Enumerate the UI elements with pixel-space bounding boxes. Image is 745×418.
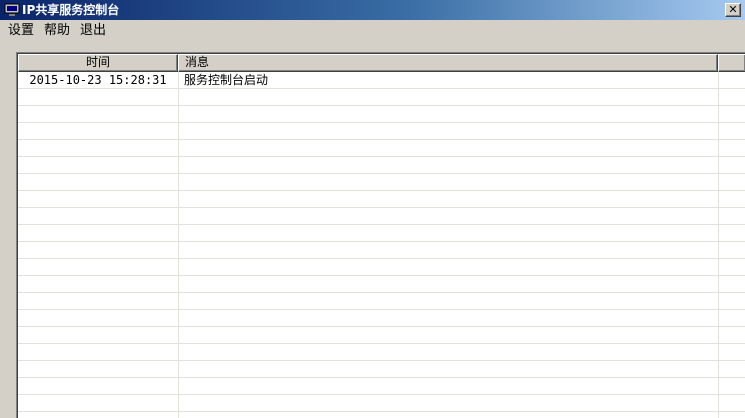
column-header-message[interactable]: 消息 xyxy=(178,54,718,72)
table-row[interactable] xyxy=(18,157,745,174)
table-row[interactable] xyxy=(18,123,745,140)
menu-settings[interactable]: 设置 xyxy=(8,23,34,39)
table-row[interactable] xyxy=(18,327,745,344)
table-row[interactable] xyxy=(18,225,745,242)
table-row[interactable] xyxy=(18,89,745,106)
table-row[interactable] xyxy=(18,310,745,327)
table-row[interactable] xyxy=(18,242,745,259)
table-row[interactable] xyxy=(18,174,745,191)
column-header-filler xyxy=(718,54,745,72)
table-row[interactable] xyxy=(18,140,745,157)
table-row[interactable] xyxy=(18,208,745,225)
log-rows: 2015-10-23 15:28:31 服务控制台启动 xyxy=(18,72,745,418)
menu-help[interactable]: 帮助 xyxy=(44,23,70,39)
table-row[interactable] xyxy=(18,361,745,378)
cell-message: 服务控制台启动 xyxy=(184,73,269,87)
table-row[interactable] xyxy=(18,276,745,293)
monitor-icon xyxy=(4,3,20,17)
table-row[interactable] xyxy=(18,293,745,310)
menu-bar: 设置 帮助 退出 xyxy=(0,20,745,42)
column-header-time[interactable]: 时间 xyxy=(18,54,178,72)
list-header: 时间 消息 xyxy=(18,54,745,72)
close-icon: ✕ xyxy=(728,3,738,16)
window-title: IP共享服务控制台 xyxy=(22,3,120,17)
table-row[interactable] xyxy=(18,344,745,361)
table-row[interactable] xyxy=(18,259,745,276)
menu-exit[interactable]: 退出 xyxy=(80,23,106,39)
cell-time: 2015-10-23 15:28:31 xyxy=(29,73,167,87)
main-window: IP共享服务控制台 ✕ 设置 帮助 退出 时间 消息 2015-10-23 15… xyxy=(0,0,745,418)
table-row[interactable] xyxy=(18,378,745,395)
close-button[interactable]: ✕ xyxy=(725,3,741,17)
table-row[interactable] xyxy=(18,106,745,123)
table-row[interactable] xyxy=(18,412,745,418)
table-row[interactable]: 2015-10-23 15:28:31 服务控制台启动 xyxy=(18,72,745,89)
table-row[interactable] xyxy=(18,191,745,208)
table-row[interactable] xyxy=(18,395,745,412)
log-list-view[interactable]: 时间 消息 2015-10-23 15:28:31 服务控制台启动 xyxy=(16,52,745,418)
title-bar[interactable]: IP共享服务控制台 ✕ xyxy=(0,0,745,20)
